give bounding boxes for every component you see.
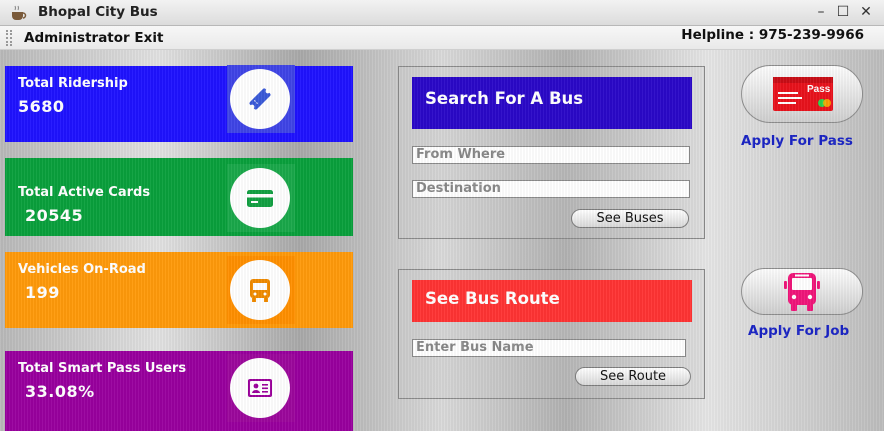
stat-label: Total Active Cards xyxy=(18,185,151,200)
administrator-exit-menu[interactable]: Administrator Exit xyxy=(24,30,163,46)
id-card-icon-box xyxy=(227,354,295,422)
stat-card-vehicles: Vehicles On-Road 199 xyxy=(5,252,353,328)
apply-pass-button[interactable]: Pass xyxy=(741,65,863,123)
apply-pass-label[interactable]: Apply For Pass xyxy=(741,133,853,149)
menu-bar: Administrator Exit Helpline : 975-239-99… xyxy=(0,26,884,50)
window-title: Bhopal City Bus xyxy=(38,4,158,20)
stat-card-smart-pass: Total Smart Pass Users 33.08% xyxy=(5,351,353,431)
maximize-button[interactable]: ☐ xyxy=(834,3,852,21)
ticket-icon-box xyxy=(227,65,295,133)
stat-value: 199 xyxy=(25,283,60,302)
bus-icon-box xyxy=(227,256,295,324)
search-bus-title: Search For A Bus xyxy=(425,89,584,108)
app-cup-icon xyxy=(10,5,28,21)
helpline-text: Helpline : 975-239-9966 xyxy=(681,27,864,43)
bus-route-panel: See Bus Route Enter Bus Name See Route xyxy=(398,269,705,399)
ticket-icon xyxy=(249,88,271,110)
stat-value: 20545 xyxy=(25,206,84,225)
bus-route-title: See Bus Route xyxy=(425,289,560,308)
id-card-icon xyxy=(248,379,272,397)
apply-job-label[interactable]: Apply For Job xyxy=(748,323,849,339)
pass-card-text: Pass xyxy=(807,84,831,95)
stat-value: 33.08% xyxy=(25,382,95,401)
card-icon-box xyxy=(227,164,295,232)
close-button[interactable]: ✕ xyxy=(857,3,875,21)
bus-front-icon xyxy=(784,273,820,311)
minimize-button[interactable]: – xyxy=(812,3,830,21)
search-bus-header: Search For A Bus xyxy=(412,77,692,129)
dashboard-content: Total Ridership 5680 Total Active Cards … xyxy=(0,50,884,431)
stat-label: Total Ridership xyxy=(18,76,128,91)
see-route-button[interactable]: See Route xyxy=(575,367,691,386)
stat-value: 5680 xyxy=(18,97,65,116)
from-where-input[interactable]: From Where xyxy=(412,146,690,164)
destination-input[interactable]: Destination xyxy=(412,180,690,198)
stat-card-ridership: Total Ridership 5680 xyxy=(5,65,353,142)
title-bar: Bhopal City Bus – ☐ ✕ xyxy=(0,0,884,26)
see-buses-button[interactable]: See Buses xyxy=(571,209,689,228)
toolbar-grip[interactable] xyxy=(6,30,12,46)
search-bus-panel: Search For A Bus From Where Destination … xyxy=(398,66,705,239)
apply-job-button[interactable] xyxy=(741,268,863,315)
pass-icon: Pass xyxy=(773,77,833,111)
stat-label: Vehicles On-Road xyxy=(18,262,146,277)
stat-label: Total Smart Pass Users xyxy=(18,361,187,376)
stat-card-active-cards: Total Active Cards 20545 xyxy=(5,158,353,236)
bus-name-input[interactable]: Enter Bus Name xyxy=(412,339,686,357)
card-icon xyxy=(247,190,273,207)
bus-icon xyxy=(250,279,270,302)
bus-route-header: See Bus Route xyxy=(412,280,692,322)
